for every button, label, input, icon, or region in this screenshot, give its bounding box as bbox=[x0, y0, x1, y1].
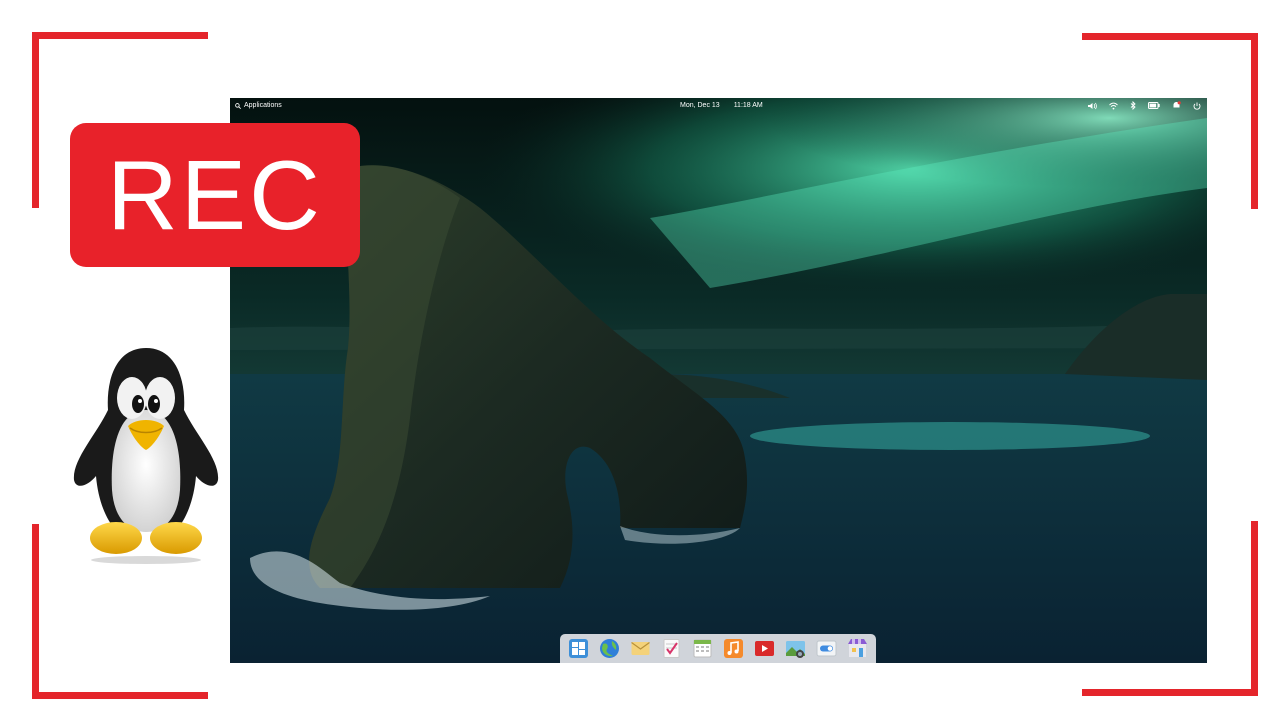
dock-item-app-center[interactable] bbox=[847, 638, 868, 659]
dock-item-web-browser[interactable] bbox=[599, 638, 620, 659]
tasks-icon bbox=[663, 639, 680, 658]
time-label: 11:18 AM bbox=[733, 102, 763, 109]
dock-item-music[interactable] bbox=[723, 638, 744, 659]
date-time-indicator[interactable]: Mon, Dec 13 11:18 AM bbox=[680, 98, 763, 113]
notifications-icon[interactable] bbox=[1172, 101, 1181, 110]
power-icon[interactable] bbox=[1193, 102, 1201, 110]
rec-label: REC bbox=[107, 139, 323, 250]
calendar-icon bbox=[693, 639, 712, 658]
desktop-screenshot: Applications Mon, Dec 13 11:18 AM bbox=[230, 98, 1207, 663]
tux-penguin-icon bbox=[73, 348, 219, 564]
rec-badge: REC bbox=[70, 123, 360, 267]
top-panel: Applications Mon, Dec 13 11:18 AM bbox=[230, 98, 1207, 113]
aurora-sea-arch-wallpaper bbox=[230, 98, 1207, 663]
volume-icon[interactable] bbox=[1088, 102, 1097, 110]
globe-icon bbox=[600, 639, 619, 658]
bluetooth-icon[interactable] bbox=[1130, 101, 1136, 110]
dock bbox=[560, 634, 876, 663]
dock-item-tasks[interactable] bbox=[661, 638, 682, 659]
settings-toggle-icon bbox=[816, 640, 837, 657]
appcenter-icon bbox=[848, 639, 867, 657]
applications-label: Applications bbox=[244, 102, 282, 109]
applications-menu-button[interactable]: Applications bbox=[235, 98, 282, 113]
search-icon bbox=[235, 102, 241, 109]
dock-item-calendar[interactable] bbox=[692, 638, 713, 659]
photos-icon bbox=[786, 641, 805, 658]
video-icon bbox=[755, 641, 774, 656]
battery-icon[interactable] bbox=[1148, 102, 1160, 109]
date-label: Mon, Dec 13 bbox=[680, 102, 720, 109]
dock-item-system-settings[interactable] bbox=[816, 638, 837, 659]
mail-icon bbox=[631, 642, 650, 655]
dock-item-mail[interactable] bbox=[630, 638, 651, 659]
wifi-icon[interactable] bbox=[1109, 102, 1118, 110]
dock-item-photos[interactable] bbox=[785, 638, 806, 659]
system-indicators bbox=[1088, 98, 1201, 113]
multitasking-icon bbox=[569, 639, 588, 658]
dock-item-multitasking-view[interactable] bbox=[568, 638, 589, 659]
dock-item-videos[interactable] bbox=[754, 638, 775, 659]
music-icon bbox=[724, 639, 743, 658]
